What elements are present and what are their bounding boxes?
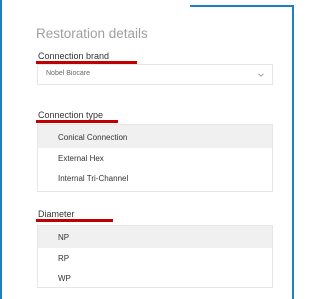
connection-type-list: Conical Connection External Hex Internal… xyxy=(37,124,273,192)
option-label: WP xyxy=(58,274,71,283)
diameter-list: NP RP WP xyxy=(37,225,273,288)
connection-brand-label: Connection brand xyxy=(38,51,110,61)
diameter-label: Diameter xyxy=(38,209,75,219)
connection-type-label: Connection type xyxy=(38,110,104,120)
diameter-option-rp[interactable]: RP xyxy=(38,248,272,268)
panel-title: Restoration details xyxy=(36,26,148,41)
frame-border-top xyxy=(190,5,294,7)
connection-type-option-internal-tri-channel[interactable]: Internal Tri-Channel xyxy=(38,168,272,188)
connection-type-option-conical[interactable]: Conical Connection xyxy=(38,125,272,148)
connection-type-underline xyxy=(36,120,118,123)
diameter-underline xyxy=(36,219,113,222)
diameter-option-wp[interactable]: WP xyxy=(38,268,272,288)
chevron-down-icon xyxy=(258,73,264,77)
option-label: Conical Connection xyxy=(58,133,128,142)
option-label: NP xyxy=(58,233,70,242)
option-label: External Hex xyxy=(58,154,104,163)
connection-brand-select[interactable]: Nobel Biocare xyxy=(37,64,273,85)
connection-type-option-external-hex[interactable]: External Hex xyxy=(38,148,272,168)
diameter-option-np[interactable]: NP xyxy=(38,226,272,248)
option-label: Internal Tri-Channel xyxy=(58,174,129,183)
option-label: RP xyxy=(58,254,70,263)
frame-border-right xyxy=(292,6,294,299)
connection-brand-value: Nobel Biocare xyxy=(46,70,90,77)
frame-border-left xyxy=(0,0,2,299)
